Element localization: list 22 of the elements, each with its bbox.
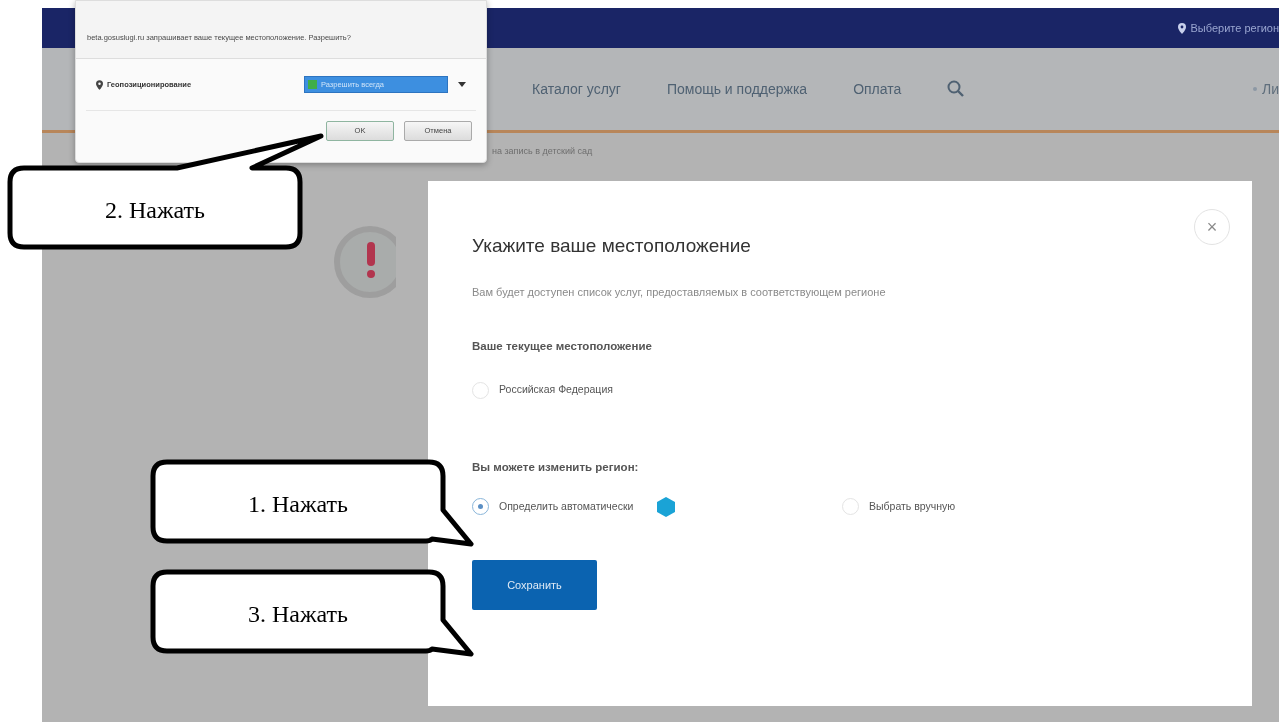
caret-icon[interactable]: [458, 81, 466, 88]
location-pin-icon: [1177, 22, 1186, 34]
save-button[interactable]: Сохранить: [472, 559, 597, 610]
dialog-title: Укажите ваше местоположение: [472, 235, 752, 258]
bullet-icon: [1253, 87, 1257, 91]
close-button[interactable]: ×: [1194, 209, 1230, 245]
radio-label[interactable]: Российская Федерация: [499, 382, 613, 398]
nav-link-item[interactable]: Каталог услуг: [532, 78, 621, 100]
radio-label[interactable]: Выбрать вручную: [869, 498, 956, 515]
dialog-description: Вам будет доступен список услуг, предоставляемых в соответствующем регионе: [472, 284, 887, 300]
location-pin-icon: [96, 79, 103, 90]
region-link[interactable]: Выберите регион: [1177, 19, 1279, 37]
callout-label: 2. Нажать: [104, 196, 206, 225]
nav-link-item[interactable]: Оплата: [853, 78, 902, 100]
callout-label: 3. Нажать: [247, 600, 349, 629]
section-heading: Вы можете изменить регион:: [472, 459, 640, 475]
radio-button[interactable]: [472, 498, 489, 516]
search-icon[interactable]: [947, 80, 966, 98]
callout-label: 1. Нажать: [247, 490, 349, 519]
radio-label[interactable]: Определить автоматически: [499, 498, 634, 515]
section-heading: Ваше текущее местоположение: [472, 339, 653, 355]
nav-link-item[interactable]: Помощь и поддержка: [666, 78, 808, 100]
